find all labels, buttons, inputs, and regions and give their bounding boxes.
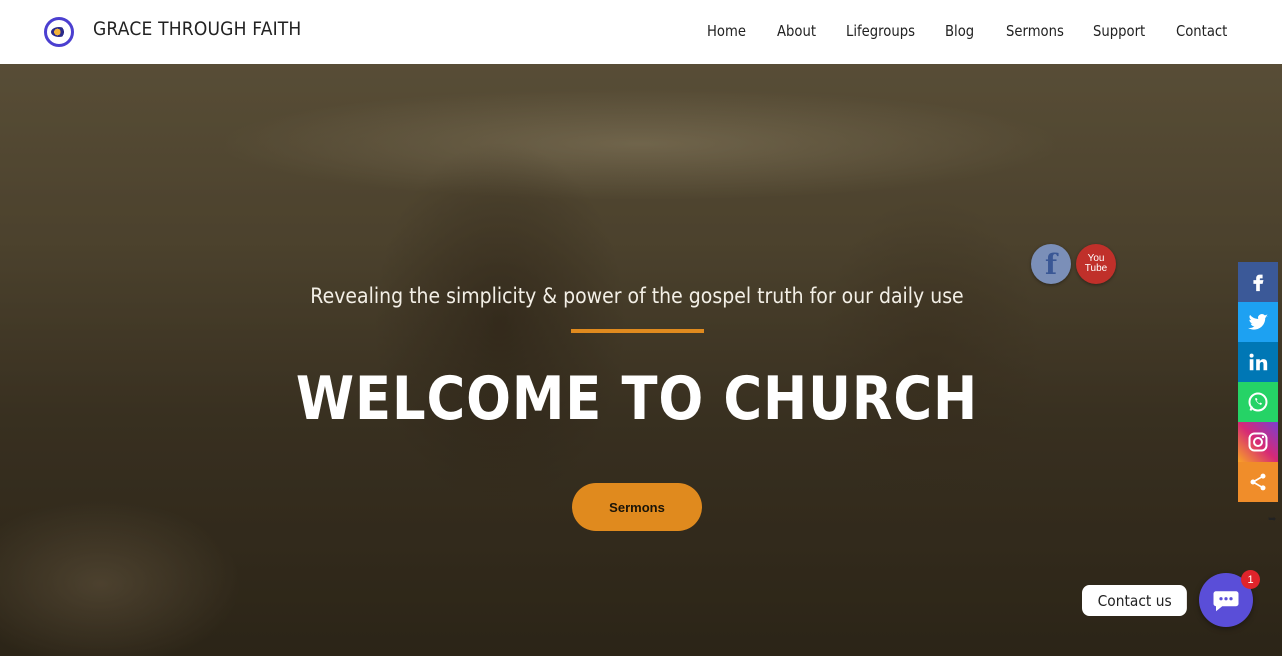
hero-tagline: Revealing the simplicity & power of the … — [310, 284, 964, 308]
facebook-follow-icon[interactable]: f — [1031, 244, 1071, 284]
sermons-button[interactable]: Sermons — [572, 483, 702, 531]
hero-banner: Revealing the simplicity & power of the … — [0, 64, 1282, 656]
whatsapp-icon[interactable] — [1238, 382, 1278, 422]
nav-contact[interactable]: Contact — [1176, 22, 1227, 40]
hide-social-bar-icon[interactable]: ➥ — [1268, 514, 1276, 525]
hero-headline: WELCOME TO CHURCH — [295, 364, 979, 434]
nav-blog[interactable]: Blog — [945, 22, 974, 40]
instagram-icon[interactable] — [1238, 422, 1278, 462]
nav-lifegroups[interactable]: Lifegroups — [846, 22, 915, 40]
nav-home[interactable]: Home — [707, 22, 746, 40]
notification-badge: 1 — [1241, 570, 1260, 589]
share-icon[interactable] — [1238, 462, 1278, 502]
nav-sermons[interactable]: Sermons — [1006, 22, 1064, 40]
twitter-icon[interactable] — [1238, 302, 1278, 342]
youtube-follow-icon[interactable]: You Tube — [1076, 244, 1116, 284]
tagline-divider — [571, 329, 704, 333]
linkedin-icon[interactable] — [1238, 342, 1278, 382]
site-header: GRACE THROUGH FAITH Home About Lifegroup… — [0, 0, 1282, 64]
nav-about[interactable]: About — [777, 22, 816, 40]
contact-us-label[interactable]: Contact us — [1082, 585, 1188, 616]
church-logo[interactable] — [44, 17, 74, 47]
site-title[interactable]: GRACE THROUGH FAITH — [93, 18, 301, 40]
social-share-bar — [1238, 262, 1278, 502]
nav-support[interactable]: Support — [1093, 22, 1145, 40]
facebook-icon[interactable] — [1238, 262, 1278, 302]
